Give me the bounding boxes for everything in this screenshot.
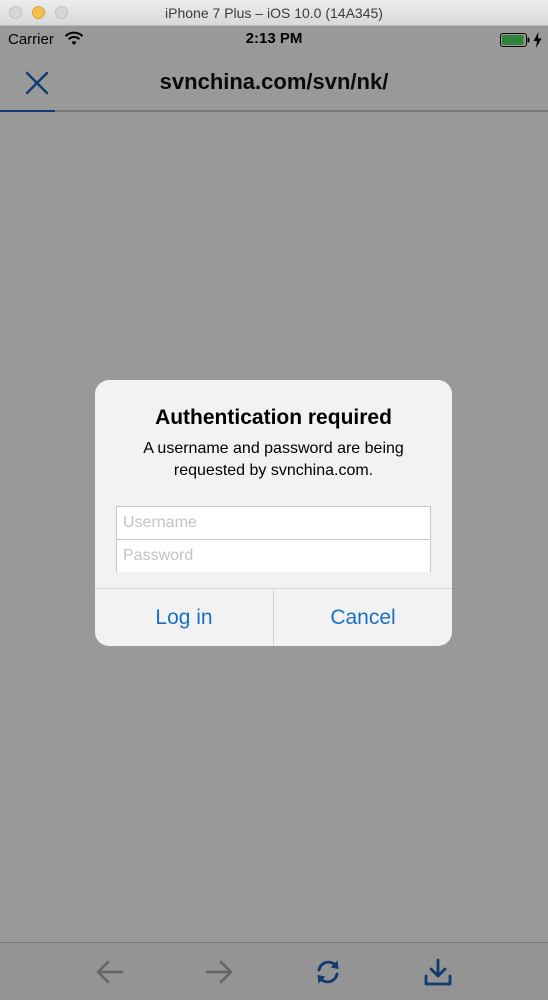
alert-message: A username and password are being reques… xyxy=(143,440,404,479)
login-button[interactable]: Log in xyxy=(95,589,274,646)
username-field[interactable] xyxy=(117,507,430,539)
simulator-title-bar: iPhone 7 Plus – iOS 10.0 (14A345) xyxy=(0,0,548,26)
authentication-alert: Authentication required A username and p… xyxy=(95,380,452,646)
password-field[interactable] xyxy=(117,540,430,572)
alert-title: Authentication required xyxy=(155,406,392,429)
alert-button-row: Log in Cancel xyxy=(95,588,452,646)
credentials-field-group xyxy=(116,506,431,572)
device-screen: Carrier 2:13 PM svnchina.com/svn/nk/ Aut… xyxy=(0,26,548,1000)
cancel-button[interactable]: Cancel xyxy=(274,589,452,646)
window-title: iPhone 7 Plus – iOS 10.0 (14A345) xyxy=(165,5,383,21)
